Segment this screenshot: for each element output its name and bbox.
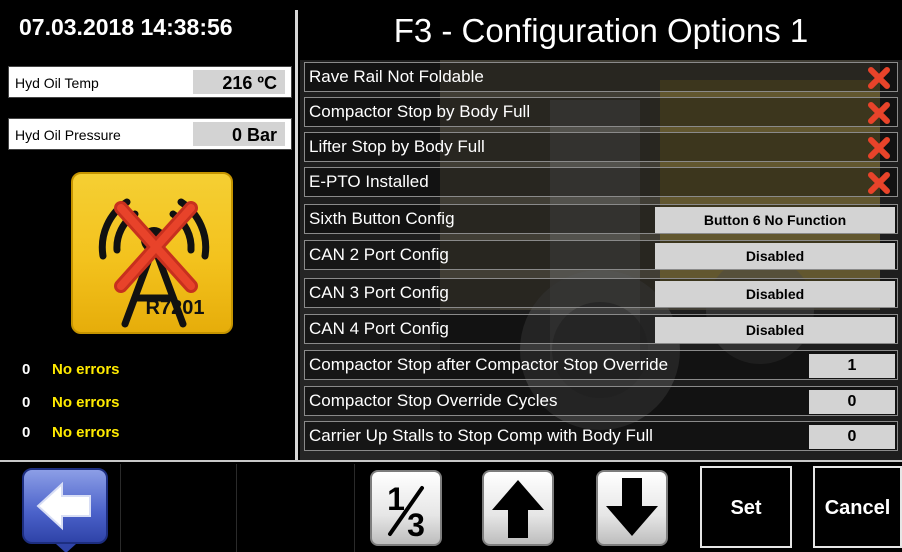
- back-arrow-icon: [36, 481, 91, 531]
- page-indicator-button[interactable]: 1 3: [370, 470, 442, 546]
- radio-disconnected-icon: R7201: [98, 198, 210, 328]
- page-fraction-icon: 1 3: [387, 481, 425, 543]
- datetime: 07.03.2018 14:38:56: [19, 13, 233, 40]
- option-can3-port-config: CAN 3 Port Config Disabled: [304, 278, 898, 308]
- option-compactor-stop-override-cycles: Compactor Stop Override Cycles 0: [304, 386, 898, 416]
- vertical-divider: [295, 10, 298, 460]
- option-label: Compactor Stop by Body Full: [309, 102, 531, 121]
- option-label: CAN 4 Port Config: [309, 319, 449, 338]
- error-text: No errors: [52, 423, 120, 441]
- slot-separator: [236, 464, 237, 552]
- option-label: Compactor Stop after Compactor Stop Over…: [309, 355, 669, 374]
- down-arrow-icon: [606, 478, 658, 536]
- option-can4-port-config: CAN 4 Port Config Disabled: [304, 314, 898, 344]
- option-label: CAN 3 Port Config: [309, 283, 449, 302]
- can2-port-config-select[interactable]: Disabled: [655, 243, 895, 269]
- option-label: Sixth Button Config: [309, 209, 455, 228]
- slot-separator: [354, 464, 355, 552]
- x-mark-icon[interactable]: [867, 101, 891, 125]
- can3-port-config-select[interactable]: Disabled: [655, 281, 895, 307]
- sixth-button-config-select[interactable]: Button 6 No Function: [655, 207, 895, 233]
- hyd-oil-pressure-value: 0 Bar: [193, 122, 285, 146]
- hyd-oil-temp-value: 216 ºC: [193, 70, 285, 94]
- set-button[interactable]: Set: [700, 466, 792, 548]
- page-title: F3 - Configuration Options 1: [300, 0, 902, 60]
- x-mark-icon[interactable]: [867, 136, 891, 160]
- option-compactor-stop-body-full[interactable]: Compactor Stop by Body Full: [304, 97, 898, 127]
- hyd-oil-temp-readout: Hyd Oil Temp 216 ºC: [8, 66, 292, 98]
- option-lifter-stop-body-full[interactable]: Lifter Stop by Body Full: [304, 132, 898, 162]
- left-panel: 07.03.2018 14:38:56 Hyd Oil Temp 216 ºC …: [0, 0, 298, 460]
- option-label: Lifter Stop by Body Full: [309, 137, 485, 156]
- option-label: CAN 2 Port Config: [309, 245, 449, 264]
- error-count: 0: [22, 393, 31, 411]
- error-text: No errors: [52, 360, 120, 378]
- hyd-oil-pressure-label: Hyd Oil Pressure: [11, 121, 191, 147]
- option-label: Carrier Up Stalls to Stop Comp with Body…: [309, 426, 653, 445]
- error-count: 0: [22, 423, 31, 441]
- slot-separator: [120, 464, 121, 552]
- up-arrow-icon: [492, 480, 544, 538]
- x-mark-icon[interactable]: [867, 171, 891, 195]
- option-can2-port-config: CAN 2 Port Config Disabled: [304, 240, 898, 270]
- option-label: Compactor Stop Override Cycles: [309, 391, 558, 410]
- horizontal-divider: [0, 460, 902, 462]
- option-rave-rail-not-foldable[interactable]: Rave Rail Not Foldable: [304, 62, 898, 92]
- bottom-toolbar: 1 3 Set Cancel: [0, 460, 902, 552]
- option-label: Rave Rail Not Foldable: [309, 67, 484, 86]
- back-button[interactable]: [22, 468, 108, 544]
- option-compactor-stop-after-override: Compactor Stop after Compactor Stop Over…: [304, 350, 898, 380]
- compactor-stop-after-override-value[interactable]: 1: [809, 354, 895, 378]
- option-carrier-up-stalls: Carrier Up Stalls to Stop Comp with Body…: [304, 421, 898, 451]
- option-label: E-PTO Installed: [309, 172, 429, 191]
- carrier-up-stalls-value[interactable]: 0: [809, 425, 895, 449]
- radio-id-label: R7201: [146, 297, 205, 319]
- option-sixth-button-config: Sixth Button Config Button 6 No Function: [304, 204, 898, 234]
- error-line-3: 0 No errors: [22, 422, 120, 442]
- x-mark-icon[interactable]: [867, 66, 891, 90]
- config-panel: F3 - Configuration Options 1 Rave Rail N…: [300, 0, 902, 460]
- active-indicator-icon: [56, 544, 76, 552]
- error-line-1: 0 No errors: [22, 359, 120, 379]
- radio-status-tile[interactable]: R7201: [71, 172, 233, 334]
- option-e-pto-installed[interactable]: E-PTO Installed: [304, 167, 898, 197]
- can4-port-config-select[interactable]: Disabled: [655, 317, 895, 343]
- page-total: 3: [407, 507, 425, 543]
- scroll-up-button[interactable]: [482, 470, 554, 546]
- error-line-2: 0 No errors: [22, 392, 120, 412]
- scroll-down-button[interactable]: [596, 470, 668, 546]
- hyd-oil-temp-label: Hyd Oil Temp: [11, 69, 191, 95]
- cancel-button[interactable]: Cancel: [813, 466, 902, 548]
- hyd-oil-pressure-readout: Hyd Oil Pressure 0 Bar: [8, 118, 292, 150]
- error-text: No errors: [52, 393, 120, 411]
- error-count: 0: [22, 360, 31, 378]
- page-current: 1: [387, 481, 405, 517]
- compactor-stop-override-cycles-value[interactable]: 0: [809, 390, 895, 414]
